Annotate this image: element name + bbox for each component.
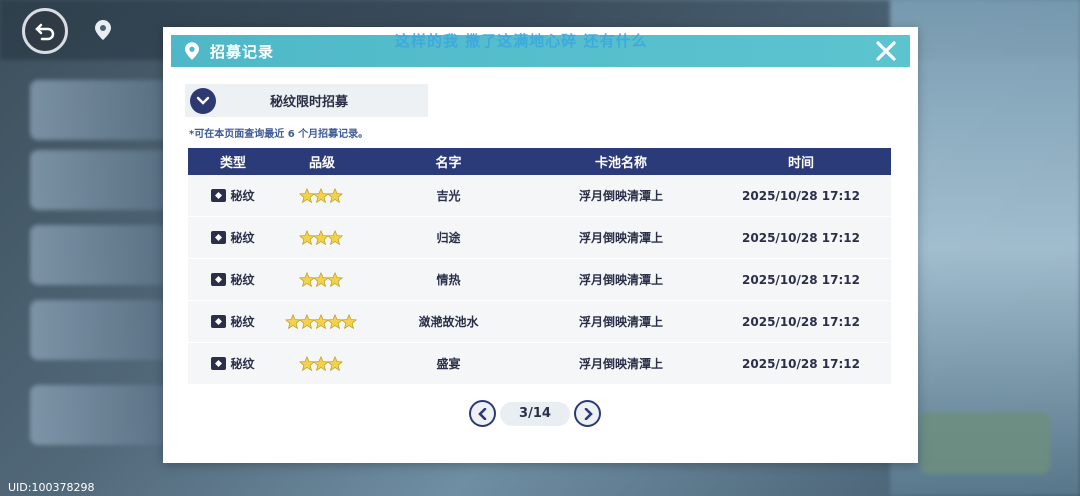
star-rating (299, 355, 343, 372)
grade-cell (278, 313, 366, 330)
prev-page-button[interactable] (469, 400, 496, 427)
marquee-text: 这样的我 撒了这满地心碎 还有什么 (395, 32, 648, 50)
table-row: 秘纹 潋滟故池水 浮月倒映清潭上 2025/10/28 17:12 (188, 301, 891, 343)
chevron-down-icon (190, 87, 216, 114)
table-row: 秘纹 归途 浮月倒映清潭上 2025/10/28 17:12 (188, 217, 891, 259)
next-page-button[interactable] (574, 400, 601, 427)
pool-cell: 浮月倒映清潭上 (578, 315, 663, 329)
type-cell: 秘纹 (188, 187, 278, 204)
time-cell: 2025/10/28 17:12 (742, 272, 860, 287)
star-icon (341, 313, 357, 329)
table-row: 秘纹 情热 浮月倒映清潭上 2025/10/28 17:12 (188, 259, 891, 301)
name-cell: 吉光 (436, 189, 461, 203)
emblem-icon (211, 357, 227, 370)
location-pin-icon (95, 20, 111, 45)
type-cell: 秘纹 (188, 229, 278, 246)
type-label: 秘纹 (230, 231, 255, 245)
close-icon (876, 41, 896, 61)
bg-card (30, 150, 170, 210)
time-cell: 2025/10/28 17:12 (742, 356, 860, 371)
bg-action-button (920, 412, 1050, 474)
page-indicator: 3/14 (500, 401, 570, 426)
table-row: 秘纹 吉光 浮月倒映清潭上 2025/10/28 17:12 (188, 175, 891, 217)
time-cell: 2025/10/28 17:12 (742, 230, 860, 245)
time-cell: 2025/10/28 17:12 (742, 188, 860, 203)
back-button[interactable] (22, 8, 68, 54)
column-header-pool: 卡池名称 (594, 156, 647, 171)
table-row: 秘纹 盛宴 浮月倒映清潭上 2025/10/28 17:12 (188, 343, 891, 385)
pool-cell: 浮月倒映清潭上 (578, 273, 663, 287)
pagination: 3/14 (469, 400, 601, 427)
type-label: 秘纹 (230, 315, 255, 329)
pool-dropdown-label: 秘纹限时招募 (269, 95, 348, 110)
type-cell: 秘纹 (188, 313, 278, 330)
name-cell: 归途 (436, 231, 461, 245)
grade-cell (278, 271, 366, 288)
pool-cell: 浮月倒映清潭上 (578, 231, 663, 245)
time-cell: 2025/10/28 17:12 (742, 314, 860, 329)
star-rating (299, 229, 343, 246)
name-cell: 盛宴 (436, 357, 461, 371)
close-button[interactable] (872, 37, 900, 65)
emblem-icon (211, 315, 227, 328)
type-label: 秘纹 (230, 189, 255, 203)
bg-card (30, 300, 170, 360)
emblem-icon (211, 231, 227, 244)
column-header-name: 名字 (435, 156, 462, 171)
bg-card (30, 225, 170, 285)
chevron-right-icon (584, 407, 593, 420)
pool-cell: 浮月倒映清潭上 (578, 357, 663, 371)
records-note: *可在本页面查询最近 6 个月招募记录。 (189, 129, 369, 140)
pool-cell: 浮月倒映清潭上 (578, 189, 663, 203)
grade-cell (278, 229, 366, 246)
column-header-type: 类型 (219, 156, 246, 171)
chevron-left-icon (477, 407, 486, 420)
table-header: 类型 品级 名字 卡池名称 时间 (188, 148, 891, 175)
user-id: UID:100378298 (8, 481, 95, 494)
star-rating (285, 313, 357, 330)
grade-cell (278, 187, 366, 204)
star-icon (327, 271, 343, 287)
back-arrow-icon (35, 23, 55, 41)
records-table: 类型 品级 名字 卡池名称 时间 秘纹 吉光 浮月倒映清潭上 2025/10/28 1… (188, 148, 891, 385)
star-rating (299, 271, 343, 288)
column-header-time: 时间 (787, 156, 814, 171)
location-pin-icon (184, 42, 200, 60)
type-cell: 秘纹 (188, 271, 278, 288)
star-rating (299, 187, 343, 204)
pool-dropdown[interactable]: 秘纹限时招募 (185, 84, 428, 117)
recruit-record-modal: 招募记录 秘纹限时招募 *可在本页面查询最近 6 个月招募记录。 类型 品级 名… (163, 27, 918, 463)
bg-card (30, 80, 170, 140)
emblem-icon (211, 189, 227, 202)
emblem-icon (211, 273, 227, 286)
bg-card (30, 385, 170, 445)
grade-cell (278, 355, 366, 372)
column-header-grade: 品级 (308, 156, 335, 171)
star-icon (327, 229, 343, 245)
type-cell: 秘纹 (188, 355, 278, 372)
star-icon (327, 355, 343, 371)
modal-title: 招募记录 (210, 42, 275, 61)
type-label: 秘纹 (230, 273, 255, 287)
name-cell: 潋滟故池水 (418, 315, 479, 329)
name-cell: 情热 (436, 273, 461, 287)
star-icon (327, 187, 343, 203)
type-label: 秘纹 (230, 357, 255, 371)
